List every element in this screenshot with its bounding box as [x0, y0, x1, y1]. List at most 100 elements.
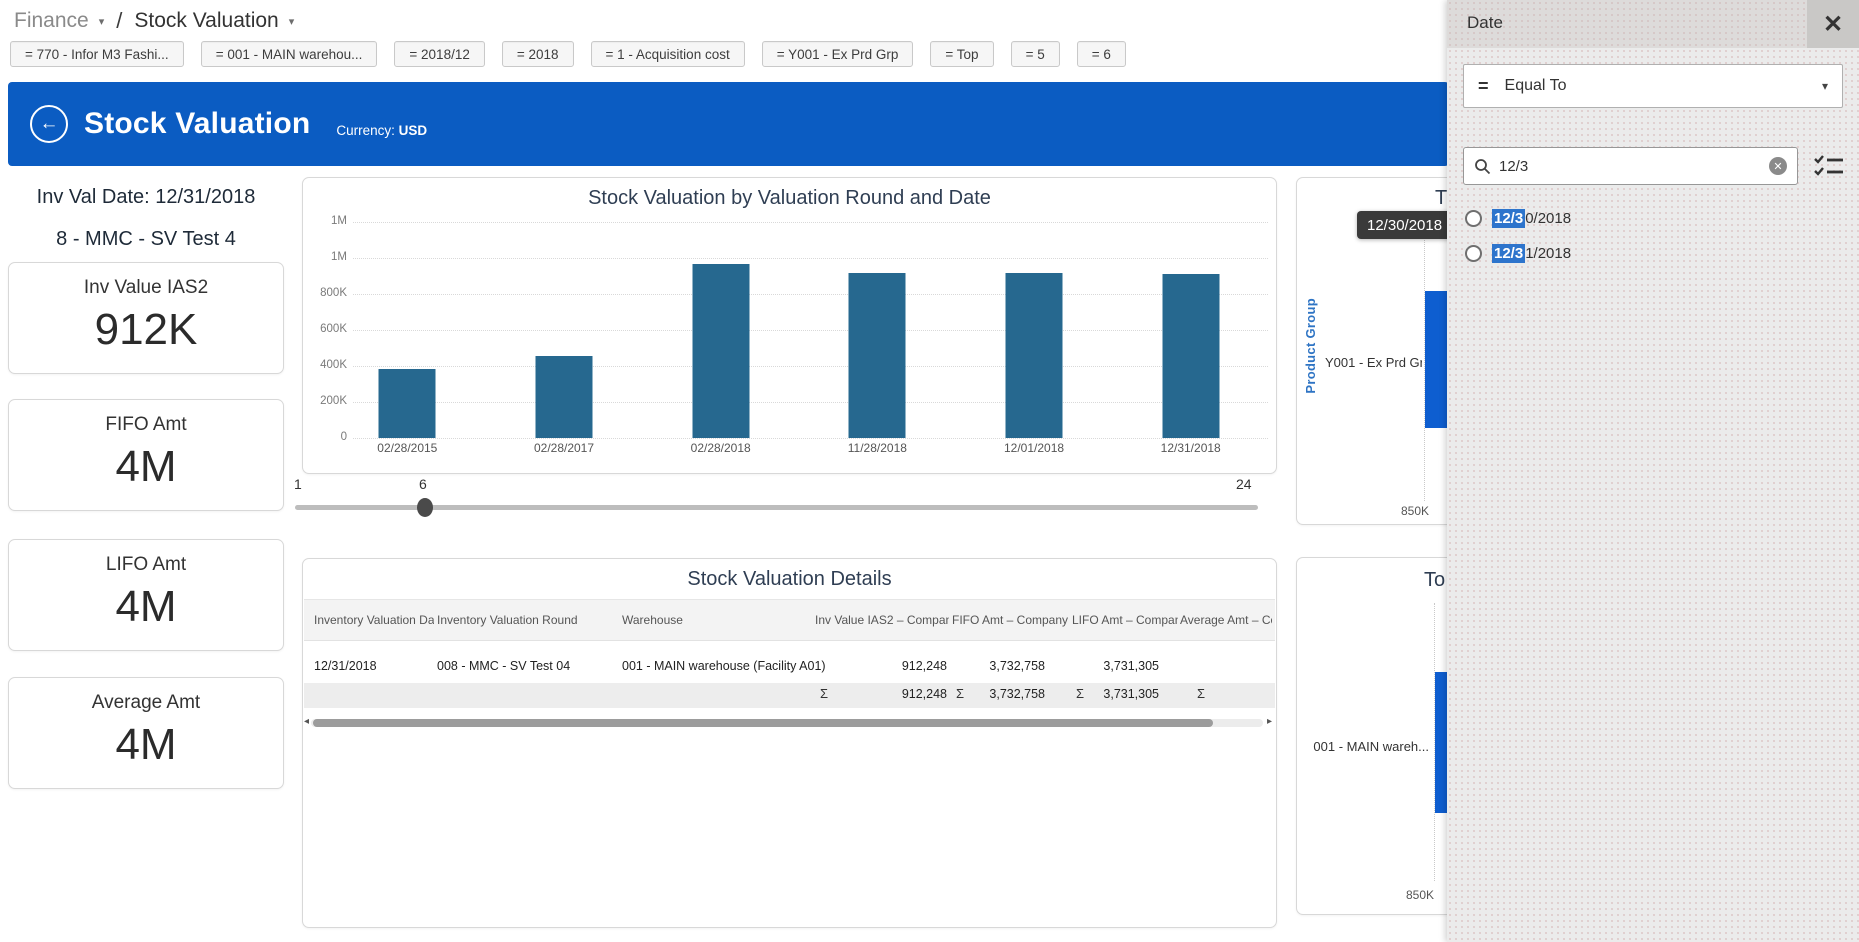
- cell-inventory-valuation-date: 12/31/2018: [314, 659, 434, 673]
- x-axis-labels: 02/28/2015 02/28/2017 02/28/2018 11/28/2…: [329, 441, 1269, 455]
- bar-02-28-2017[interactable]: [536, 356, 593, 438]
- bar-02-28-2015[interactable]: [379, 369, 436, 438]
- scroll-left-icon[interactable]: ◂: [304, 716, 309, 727]
- x-axis-tick: 02/28/2018: [642, 441, 799, 455]
- cell-fifo-amt: 3,732,758: [960, 659, 1045, 673]
- table-summary-row: Σ 912,248 Σ 3,732,758 Σ 3,731,305 Σ: [304, 683, 1275, 708]
- column-header[interactable]: Average Amt – Co: [1180, 613, 1272, 627]
- x-axis-tick: 850K: [1406, 888, 1434, 902]
- kpi-card-average-amt[interactable]: Average Amt 4M: [8, 677, 284, 789]
- kpi-value: 912K: [9, 305, 283, 355]
- slider-handle[interactable]: [417, 498, 433, 517]
- kpi-card-lifo-amt[interactable]: LIFO Amt 4M: [8, 539, 284, 651]
- clear-search-button[interactable]: ✕: [1769, 157, 1787, 175]
- column-header[interactable]: FIFO Amt – Company: [952, 613, 1070, 627]
- gridline: [353, 438, 1268, 439]
- column-header[interactable]: Inventory Valuation Round: [437, 613, 619, 627]
- filter-chip-valuation-method[interactable]: = 1 - Acquisition cost: [591, 41, 745, 67]
- date-tooltip: 12/30/2018: [1357, 211, 1452, 239]
- summary-lifo-amt: 3,731,305: [1074, 687, 1159, 701]
- cell-inventory-valuation-round: 008 - MMC - SV Test 04: [437, 659, 619, 673]
- bar-12-01-2018[interactable]: [1006, 273, 1063, 438]
- chart-title: Stock Valuation by Valuation Round and D…: [303, 178, 1276, 210]
- panel-title: Date: [1467, 13, 1503, 33]
- valuation-round-label: 8 - MMC - SV Test 4: [8, 228, 284, 251]
- option-12-31-2018[interactable]: 12/31/2018: [1465, 245, 1571, 262]
- breadcrumb-separator: /: [116, 8, 122, 34]
- kpi-value: 4M: [9, 720, 283, 770]
- scroll-right-icon[interactable]: ▸: [1267, 716, 1272, 727]
- category-label: Y001 - Ex Prd Grp: [1325, 355, 1422, 370]
- checklist-icon[interactable]: [1813, 153, 1845, 179]
- kpi-label: Inv Value IAS2: [9, 277, 283, 299]
- x-axis-tick: 02/28/2017: [486, 441, 643, 455]
- page-title: Stock Valuation: [84, 107, 310, 141]
- slider-track[interactable]: [295, 505, 1258, 510]
- bar-12-31-2018[interactable]: [1162, 274, 1219, 438]
- column-header[interactable]: Warehouse: [622, 613, 812, 627]
- cell-lifo-amt: 3,731,305: [1074, 659, 1159, 673]
- search-icon: [1474, 158, 1491, 175]
- product-group-axis-label: Product Group: [1303, 298, 1318, 394]
- option-12-30-2018[interactable]: 12/30/2018: [1465, 210, 1571, 227]
- bar-02-28-2018[interactable]: [692, 264, 749, 438]
- column-header[interactable]: Inventory Valuation Date: [314, 613, 434, 627]
- kpi-value: 4M: [9, 582, 283, 632]
- filter-chip-period[interactable]: = 2018/12: [394, 41, 484, 67]
- breadcrumb-section[interactable]: Finance: [14, 9, 89, 33]
- table-header-row: Inventory Valuation Date Inventory Valua…: [304, 599, 1275, 641]
- chevron-down-icon[interactable]: ▾: [99, 15, 105, 28]
- sigma-icon: Σ: [1197, 686, 1205, 701]
- page-header-banner: ← Stock Valuation Currency: USD: [8, 82, 1449, 166]
- horizontal-scrollbar-thumb[interactable]: [313, 719, 1213, 727]
- date-filter-panel: Date ✕ = Equal To ▾ ✕ 12/30/2018 12/31/2…: [1447, 0, 1859, 942]
- breadcrumb: Finance ▾ / Stock Valuation ▾: [14, 8, 294, 34]
- slider-min-label: 1: [294, 476, 302, 492]
- filter-chip-product-group[interactable]: = Y001 - Ex Prd Grp: [762, 41, 914, 67]
- table-row[interactable]: 12/31/2018 008 - MMC - SV Test 04 001 - …: [304, 655, 1275, 677]
- category-label: 001 - MAIN wareh...: [1307, 739, 1429, 754]
- breadcrumb-page[interactable]: Stock Valuation: [134, 9, 278, 33]
- filter-chip-5[interactable]: = 5: [1011, 41, 1060, 67]
- currency-indicator: Currency: USD: [336, 123, 427, 138]
- kpi-label: LIFO Amt: [9, 554, 283, 576]
- column-header[interactable]: LIFO Amt – Company: [1072, 613, 1178, 627]
- chevron-down-icon: ▾: [1822, 79, 1828, 93]
- slider-value-label: 6: [419, 476, 427, 492]
- filter-chip-company[interactable]: = 770 - Infor M3 Fashi...: [10, 41, 184, 67]
- column-header[interactable]: Inv Value IAS2 – Company: [815, 613, 949, 627]
- kpi-card-inv-value-ias2[interactable]: Inv Value IAS2 912K: [8, 262, 284, 374]
- x-axis-tick: 12/31/2018: [1112, 441, 1269, 455]
- left-arrow-icon: ←: [40, 113, 59, 135]
- filter-chip-year[interactable]: = 2018: [502, 41, 574, 67]
- chevron-down-icon[interactable]: ▾: [289, 15, 295, 28]
- search-input[interactable]: [1499, 158, 1769, 175]
- x-axis-tick: 12/01/2018: [956, 441, 1113, 455]
- slider-max-label: 24: [1236, 476, 1252, 492]
- cell-inv-value-ias2: 912,248: [824, 659, 947, 673]
- panel-header: Date ✕: [1447, 0, 1859, 48]
- summary-inv-value-ias2: 912,248: [824, 687, 947, 701]
- summary-fifo-amt: 3,732,758: [960, 687, 1045, 701]
- stock-valuation-details-table: Stock Valuation Details Inventory Valuat…: [302, 558, 1277, 928]
- inv-val-date-label: Inv Val Date: 12/31/2018: [8, 186, 284, 209]
- radio-icon[interactable]: [1465, 245, 1482, 262]
- kpi-label: Average Amt: [9, 692, 283, 714]
- radio-icon[interactable]: [1465, 210, 1482, 227]
- date-search-box[interactable]: ✕: [1463, 147, 1798, 185]
- clear-icon: ✕: [1773, 160, 1782, 173]
- operator-dropdown[interactable]: = Equal To ▾: [1463, 64, 1843, 108]
- back-button[interactable]: ←: [30, 105, 68, 143]
- filter-chip-warehouse[interactable]: = 001 - MAIN warehou...: [201, 41, 378, 67]
- search-match-highlight: 12/3: [1492, 209, 1525, 228]
- kpi-value: 4M: [9, 442, 283, 492]
- operator-label: Equal To: [1505, 77, 1567, 95]
- close-button[interactable]: ✕: [1807, 0, 1859, 48]
- kpi-card-fifo-amt[interactable]: FIFO Amt 4M: [8, 399, 284, 511]
- filter-chip-top[interactable]: = Top: [930, 41, 993, 67]
- filter-chip-6[interactable]: = 6: [1077, 41, 1126, 67]
- kpi-label: FIFO Amt: [9, 414, 283, 436]
- chart-title: To: [1424, 569, 1445, 592]
- bar-11-28-2018[interactable]: [849, 273, 906, 438]
- stock-valuation-bar-chart: Stock Valuation by Valuation Round and D…: [302, 177, 1277, 474]
